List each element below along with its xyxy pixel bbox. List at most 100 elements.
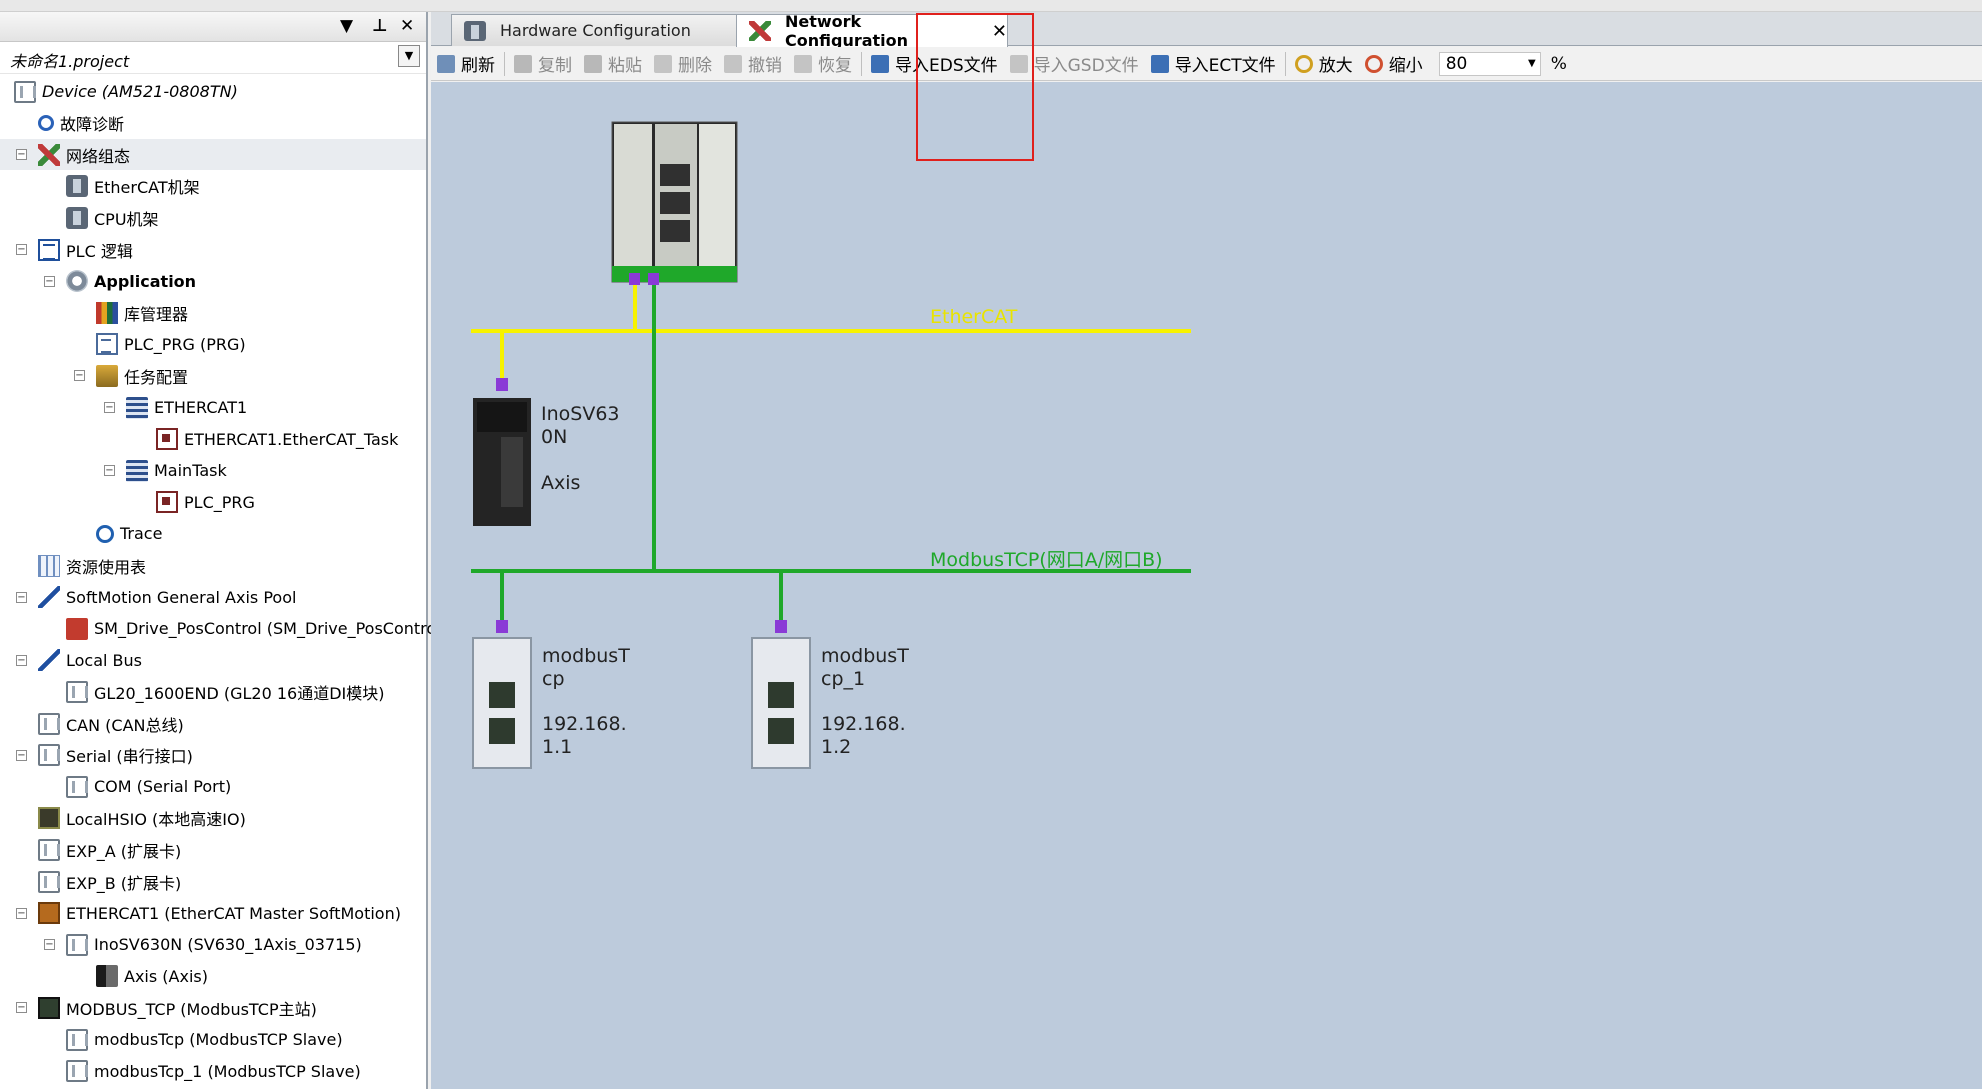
collapse-toggle-icon[interactable]: − [104, 402, 115, 413]
drive-icon [66, 617, 88, 640]
tree-item[interactable]: − PLC 逻辑 [0, 234, 426, 265]
copy-button[interactable]: 复制 [508, 49, 578, 79]
collapse-toggle-icon[interactable]: − [104, 465, 115, 477]
tree-item[interactable]: − ETHERCAT1 (EtherCAT Master SoftMotion) [0, 898, 426, 929]
tree-item-label: InoSV630N (SV630_1Axis_03715) [94, 935, 362, 955]
tab-network-configuration[interactable]: Network Configuration ✕ [736, 12, 1008, 50]
port-marker[interactable] [775, 620, 787, 633]
collapse-toggle-icon[interactable]: − [16, 749, 27, 761]
import-ect-button[interactable]: 导入ECT文件 [1145, 49, 1282, 79]
import-eds-button[interactable]: 导入EDS文件 [865, 49, 1004, 79]
device-icon [66, 775, 88, 798]
collapse-toggle-icon[interactable]: − [44, 275, 55, 287]
tree-item-label: GL20_1600END (GL20 16通道DI模块) [94, 683, 385, 703]
tree-item[interactable]: − 网络组态 [0, 139, 426, 171]
collapse-toggle-icon[interactable]: − [16, 1002, 27, 1014]
tree-item[interactable]: 库管理器 [0, 297, 426, 328]
pin-icon[interactable]: ⊥ [372, 16, 388, 36]
servo-drive-device[interactable] [473, 398, 531, 526]
delete-button[interactable]: 删除 [648, 49, 718, 79]
tree-item[interactable]: − 任务配置 [0, 360, 426, 391]
tree-item[interactable]: − ETHERCAT1 [0, 392, 426, 423]
servo-name-line2: 0N [541, 426, 568, 448]
collapse-toggle-icon[interactable]: − [16, 244, 27, 255]
tree-item[interactable]: ETHERCAT1.EtherCAT_Task [0, 424, 426, 455]
trace-icon [96, 524, 114, 543]
tree-item[interactable]: − MODBUS_TCP (ModbusTCP主站) [0, 992, 426, 1023]
collapse-toggle-icon[interactable]: − [16, 907, 27, 919]
tab-hardware-configuration[interactable]: Hardware Configuration [451, 14, 741, 46]
tree-item[interactable]: 资源使用表 [0, 550, 426, 581]
collapse-toggle-icon[interactable]: − [16, 654, 27, 666]
import-file-icon [1150, 54, 1169, 73]
tree-item[interactable]: Trace [0, 518, 426, 549]
tree-item[interactable]: COM (Serial Port) [0, 771, 426, 802]
port-marker[interactable] [648, 273, 659, 285]
port-marker[interactable] [629, 273, 640, 285]
tree-item[interactable]: − Application [0, 266, 426, 297]
tree-item[interactable]: EXP_B (扩展卡) [0, 866, 426, 897]
collapse-toggle-icon[interactable]: − [16, 149, 27, 161]
tree-item[interactable]: PLC_PRG [0, 487, 426, 518]
modbus-slave2-device[interactable] [751, 637, 811, 769]
tree-item[interactable]: LocalHSIO (本地高速IO) [0, 803, 426, 834]
undo-button[interactable]: 撤销 [718, 49, 788, 79]
port-marker[interactable] [496, 620, 508, 633]
tree-item[interactable]: CAN (CAN总线) [0, 708, 426, 739]
project-selector[interactable]: 未命名1.project ▼ [0, 42, 426, 74]
servo-name-line1: InoSV63 [541, 403, 620, 425]
tree-item[interactable]: − MainTask [0, 455, 426, 486]
port-marker[interactable] [496, 378, 508, 391]
tab-label: Hardware Configuration [500, 21, 691, 40]
zoom-in-button[interactable]: 放大 [1289, 49, 1359, 79]
import-gsd-button[interactable]: 导入GSD文件 [1004, 49, 1145, 79]
modbus-slave1-device[interactable] [472, 637, 532, 769]
tree-item-label: PLC_PRG [184, 492, 255, 512]
tree-item[interactable]: modbusTcp_1 (ModbusTCP Slave) [0, 1056, 426, 1087]
zoom-in-label: 放大 [1318, 56, 1353, 76]
device-icon [38, 838, 60, 861]
collapse-toggle-icon[interactable]: − [44, 939, 55, 951]
tree-item[interactable]: − SoftMotion General Axis Pool [0, 582, 426, 613]
slave2-name-line1: modbusT [821, 645, 909, 667]
tree-item[interactable]: 故障诊断 [0, 108, 426, 139]
tree-item-label: Application [94, 271, 197, 291]
tree-item[interactable]: modbusTcp (ModbusTCP Slave) [0, 1024, 426, 1055]
collapse-toggle-icon[interactable]: − [16, 591, 27, 603]
tree-item[interactable]: EXP_A (扩展卡) [0, 834, 426, 865]
plc-device[interactable] [611, 121, 738, 283]
tree-item[interactable]: EtherCAT机架 [0, 171, 426, 202]
redo-label: 恢复 [818, 56, 852, 76]
collapse-toggle-icon[interactable]: − [74, 370, 85, 382]
tree-item[interactable]: SM_Drive_PosControl (SM_Drive_PosControl… [0, 613, 447, 644]
paste-button[interactable]: 粘贴 [578, 49, 648, 79]
panel-menu-arrow-icon[interactable]: ▼ [340, 16, 353, 36]
chevron-down-icon[interactable]: ▼ [1528, 58, 1536, 69]
refresh-button[interactable]: 刷新 [431, 49, 501, 79]
tree-item[interactable]: Device (AM521-0808TN) [0, 76, 426, 107]
device-tree-panel: ▼ ⊥ ✕ 未命名1.project ▼ Device (AM521-0808T… [0, 12, 447, 1089]
chevron-down-icon[interactable]: ▼ [398, 45, 420, 67]
program-call-icon [156, 428, 178, 451]
tree-item[interactable]: Axis (Axis) [0, 961, 426, 992]
diagnosis-icon [38, 115, 54, 132]
tree-item[interactable]: GL20_1600END (GL20 16通道DI模块) [0, 676, 426, 707]
close-panel-icon[interactable]: ✕ [400, 16, 414, 36]
tree-item[interactable]: PLC_PRG (PRG) [0, 329, 426, 360]
network-canvas[interactable]: EtherCAT ModbusTCP(网口A/网口B) InoSV63 0N A… [431, 82, 1982, 1089]
tree-item[interactable]: − Serial (串行接口) [0, 740, 426, 771]
zoom-value: 80 [1445, 53, 1468, 74]
close-icon[interactable]: ✕ [992, 21, 1007, 42]
tree-item-label: COM (Serial Port) [94, 777, 232, 797]
zoom-out-button[interactable]: 缩小 [1359, 49, 1429, 79]
tree-item-label: MODBUS_TCP (ModbusTCP主站) [66, 999, 317, 1019]
network-diagram [471, 121, 1191, 769]
tree-item[interactable]: − Local Bus [0, 645, 426, 676]
app-window: ▼ ⊥ ✕ 未命名1.project ▼ Device (AM521-0808T… [0, 0, 1982, 1089]
tree-item-label: Trace [120, 524, 163, 544]
tree-item[interactable]: − InoSV630N (SV630_1Axis_03715) [0, 929, 426, 960]
zoom-select[interactable]: 80 ▼ [1438, 51, 1541, 76]
tree-item-label: modbusTcp (ModbusTCP Slave) [94, 1030, 343, 1049]
redo-button[interactable]: 恢复 [788, 49, 858, 79]
tree-item[interactable]: CPU机架 [0, 202, 426, 233]
